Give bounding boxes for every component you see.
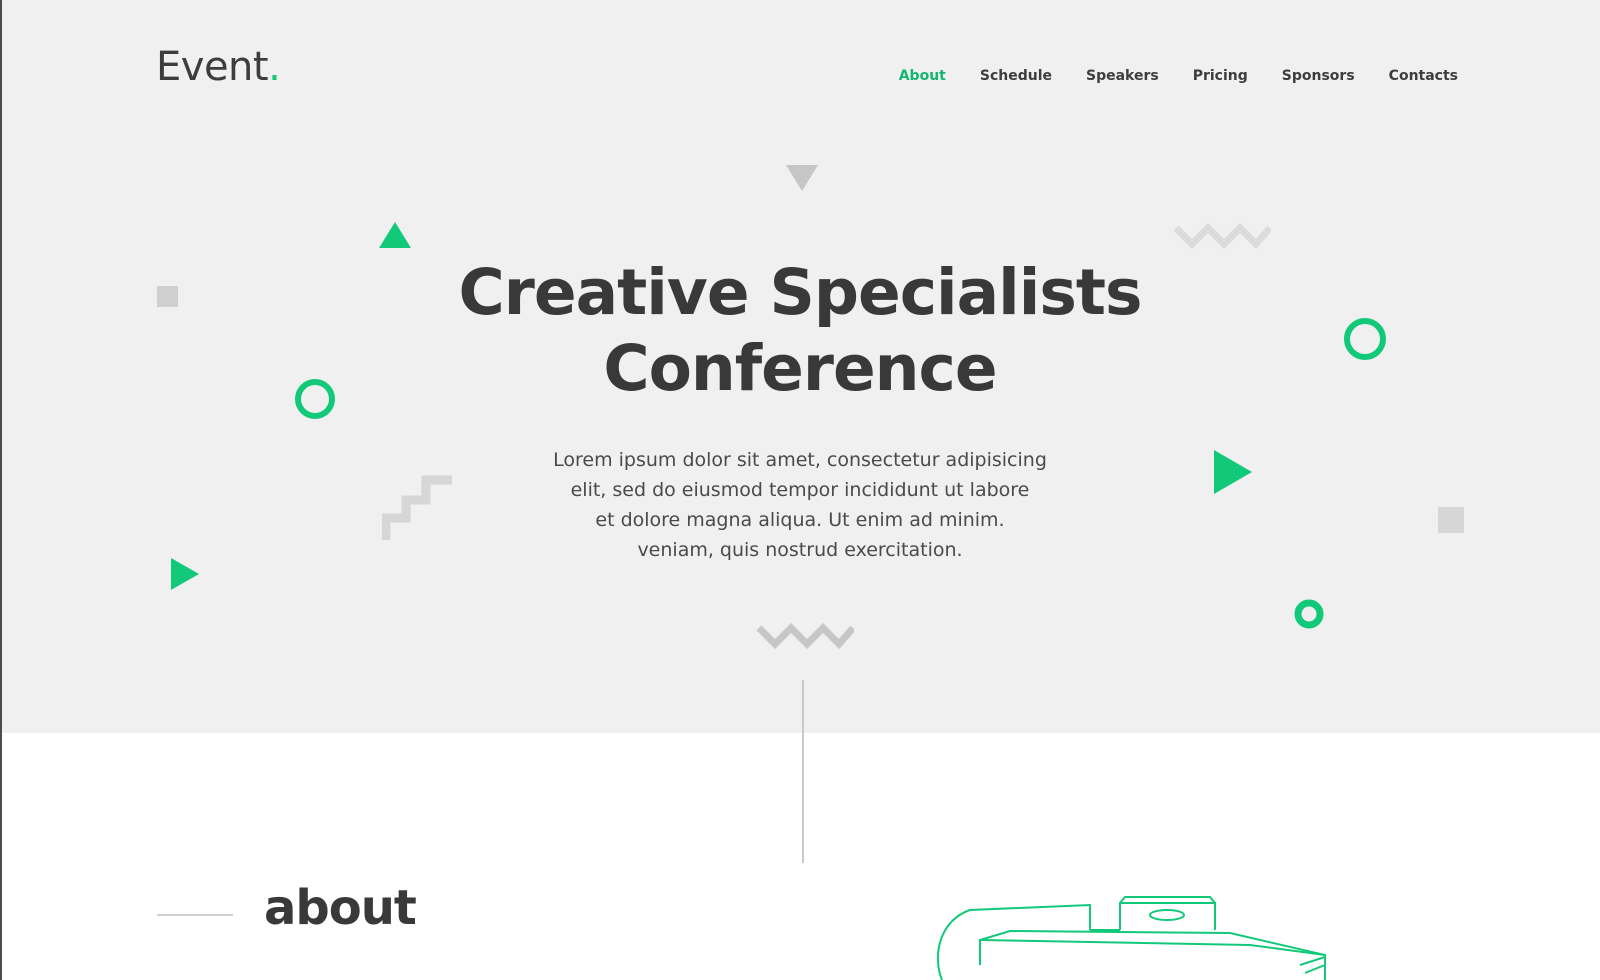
nav-item-sponsors[interactable]: Sponsors — [1282, 68, 1355, 84]
nav-item-schedule[interactable]: Schedule — [980, 68, 1052, 84]
hero-description-line: et dolore magna aliqua. Ut enim ad minim… — [595, 509, 1005, 531]
square-icon — [1438, 507, 1464, 533]
hero-description-line: Lorem ipsum dolor sit amet, consectetur … — [553, 449, 1047, 471]
hero-description-line: elit, sed do eiusmod tempor incididunt u… — [570, 479, 1030, 501]
page-left-border — [0, 0, 2, 980]
zigzag-icon — [756, 623, 854, 650]
zigzag-icon — [1173, 223, 1271, 250]
stairs-icon — [382, 475, 452, 540]
hero-description: Lorem ipsum dolor sit amet, consectetur … — [540, 445, 1060, 565]
nav-item-pricing[interactable]: Pricing — [1193, 68, 1248, 84]
hero-title-line: Conference — [603, 332, 997, 405]
logo-dot: . — [268, 44, 281, 90]
triangle-down-icon — [786, 165, 818, 191]
circle-outline-icon — [1294, 599, 1324, 629]
main-nav: About Schedule Speakers Pricing Sponsors… — [865, 68, 1458, 84]
triangle-up-icon — [379, 222, 411, 248]
about-title-rule — [157, 914, 233, 916]
nav-item-speakers[interactable]: Speakers — [1086, 68, 1159, 84]
circle-outline-icon — [295, 379, 335, 419]
triangle-right-icon — [1214, 450, 1252, 494]
about-heading: about — [264, 880, 417, 936]
nav-item-about[interactable]: About — [899, 68, 946, 84]
logo-text: Event — [156, 44, 269, 90]
square-icon — [157, 286, 178, 307]
speaker-sketch-illustration — [936, 896, 1326, 980]
nav-item-contacts[interactable]: Contacts — [1389, 68, 1458, 84]
scroll-divider-line — [802, 680, 804, 863]
triangle-right-icon — [171, 558, 199, 590]
hero-title: Creative Specialists Conference — [430, 255, 1170, 407]
hero-title-line: Creative Specialists — [458, 256, 1143, 329]
logo[interactable]: Event. — [156, 44, 281, 90]
circle-outline-icon — [1344, 318, 1386, 360]
hero-description-line: veniam, quis nostrud exercitation. — [637, 539, 963, 561]
